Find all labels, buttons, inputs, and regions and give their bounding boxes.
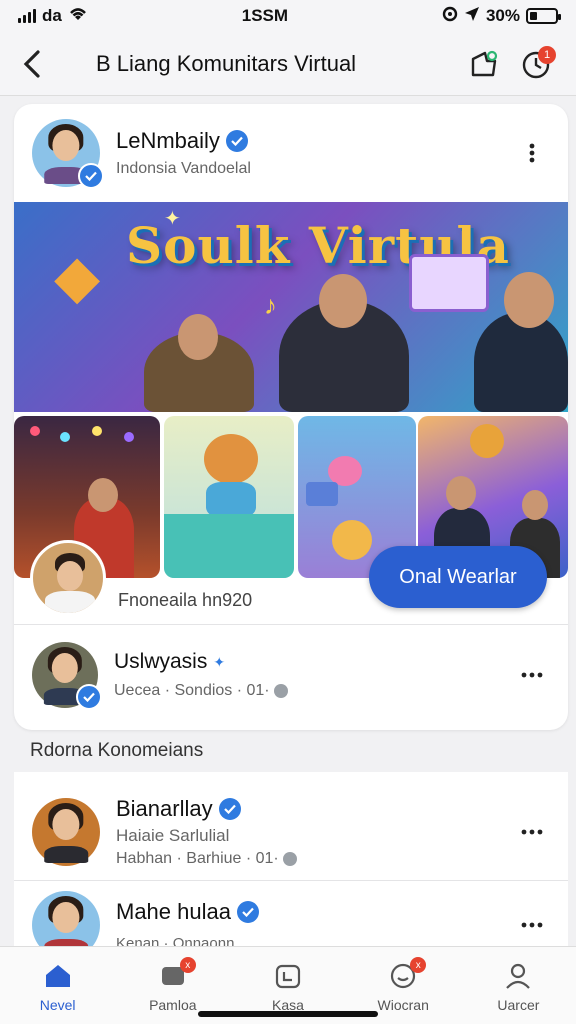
- share-icon: [471, 50, 498, 76]
- members-list: Bianarllay Haiaie Sarlulial Habhan · Bar…: [14, 772, 568, 959]
- member-avatar[interactable]: [32, 798, 100, 866]
- status-bar: da 1SSM 30%: [0, 0, 576, 32]
- notifications-button[interactable]: 1: [510, 38, 562, 90]
- author-avatar[interactable]: [32, 119, 104, 189]
- share-button[interactable]: [458, 38, 510, 90]
- more-horizontal-icon: [521, 829, 543, 835]
- hero-person-head: [319, 274, 367, 328]
- globe-icon: [273, 684, 288, 698]
- location-icon: [464, 6, 480, 27]
- status-right: 30%: [442, 6, 561, 27]
- verified-icon: [78, 163, 104, 189]
- screen-frame: [409, 254, 489, 312]
- more-horizontal-icon: [521, 922, 543, 928]
- wifi-icon: [68, 6, 88, 27]
- comment-more-button[interactable]: [514, 657, 550, 693]
- photo-tile-bear[interactable]: [164, 416, 294, 578]
- tab-home[interactable]: Nevel: [0, 947, 115, 1024]
- signal-icon: [18, 9, 36, 23]
- chat-icon: x: [158, 957, 196, 991]
- post-card: LeNmbaily Indonsia Vandoelal ◆ ♪ ♫ ✦ Sou…: [14, 104, 568, 730]
- tab-label: Pamloa: [149, 997, 197, 1013]
- tab-profile[interactable]: Uarcer: [461, 947, 576, 1024]
- tab-label: Wiocran: [377, 997, 429, 1013]
- status-left: da: [18, 6, 88, 27]
- author-name[interactable]: LeNmbaily: [116, 128, 220, 154]
- featured-member-avatar[interactable]: [30, 540, 106, 616]
- hero-person-head: [178, 314, 218, 360]
- tab-badge: x: [179, 957, 196, 973]
- post-more-button[interactable]: [514, 135, 550, 171]
- music-note-icon: ♪: [264, 290, 277, 320]
- home-indicator: [198, 1011, 378, 1017]
- tab-badge: x: [410, 957, 427, 973]
- member-meta: Habhan · Barhiue · 01·: [116, 850, 279, 867]
- speaker-icon: ◆: [54, 243, 101, 310]
- author-subtitle: Indonsia Vandoelal: [116, 160, 251, 177]
- status-time: 1SSM: [241, 6, 289, 25]
- tab-label: Uarcer: [497, 997, 540, 1013]
- battery-icon: [525, 8, 561, 24]
- back-button[interactable]: [0, 32, 64, 96]
- verified-mark-icon: ✦: [213, 653, 226, 670]
- carrier-label: da: [42, 6, 62, 25]
- top-nav: B Liang Komunitars Virtual 1: [0, 32, 576, 96]
- calendar-icon: [273, 961, 303, 991]
- post-caption: Fnoneaila hn920: [118, 590, 253, 610]
- comment-meta: Uecea · Sondios · 01·: [114, 682, 270, 699]
- section-heading: Rdorna Konomeians: [30, 740, 204, 761]
- member-more-button[interactable]: [514, 907, 550, 943]
- verified-check-icon: [225, 130, 248, 152]
- page-title: B Liang Komunitars Virtual: [96, 50, 357, 76]
- profile-icon: [503, 961, 533, 991]
- member-name[interactable]: Mahe hulaa: [116, 899, 231, 925]
- notification-badge: 1: [538, 45, 556, 64]
- divider: [14, 880, 568, 881]
- post-header: LeNmbaily Indonsia Vandoelal: [14, 104, 568, 202]
- commenter-avatar[interactable]: [32, 642, 102, 710]
- more-vertical-icon: [529, 143, 535, 163]
- member-more-button[interactable]: [514, 814, 550, 850]
- divider: [14, 624, 568, 625]
- member-row[interactable]: Bianarllay Haiaie Sarlulial Habhan · Bar…: [14, 784, 568, 880]
- commenter-name[interactable]: Uslwyasis: [114, 650, 207, 674]
- member-subtitle: Haiaie Sarlulial: [116, 826, 230, 845]
- home-icon: [43, 961, 73, 991]
- hero-person-head: [504, 272, 554, 328]
- alarm-icon: [442, 6, 458, 27]
- verified-icon: [76, 684, 102, 710]
- hero-person: [474, 312, 568, 412]
- member-name[interactable]: Bianarllay: [116, 796, 213, 822]
- battery-percent: 30%: [485, 6, 520, 25]
- globe-icon: [282, 852, 297, 866]
- hero-image[interactable]: ◆ ♪ ♫ ✦ Soulk Virtula: [14, 202, 568, 412]
- bell-icon: x: [388, 957, 427, 991]
- follow-button[interactable]: Onal Wearlar: [369, 546, 547, 608]
- more-horizontal-icon: [521, 672, 543, 678]
- comment-row[interactable]: Uslwyasis ✦ Uecea · Sondios · 01·: [14, 636, 568, 714]
- tab-label: Nevel: [39, 997, 76, 1013]
- chevron-left-icon: [23, 49, 40, 78]
- verified-check-icon: [236, 900, 259, 923]
- verified-check-icon: [218, 798, 241, 820]
